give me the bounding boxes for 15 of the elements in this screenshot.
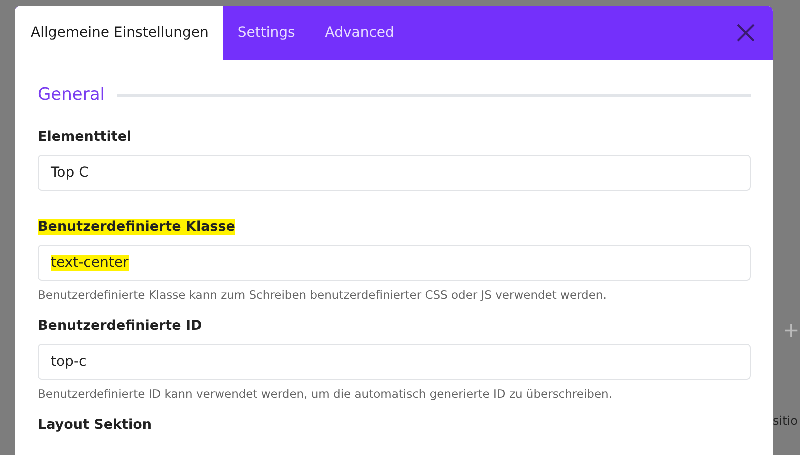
background-text: sitio	[773, 414, 798, 428]
input-field[interactable]: text-center	[38, 245, 751, 281]
field-label: Benutzerdefinierte ID	[38, 318, 202, 334]
input-field[interactable]: Top C	[38, 155, 751, 191]
tab[interactable]: Settings	[222, 6, 310, 60]
input-field[interactable]: top-c	[38, 344, 751, 380]
tab[interactable]: Advanced	[310, 6, 410, 60]
close-icon[interactable]	[737, 24, 755, 42]
field-label: Benutzerdefinierte Klasse	[38, 219, 236, 235]
section-title: General	[38, 85, 105, 105]
field-label: Elementtitel	[38, 129, 132, 145]
tab[interactable]: Allgemeine Einstellungen	[15, 6, 223, 60]
help-text: Benutzerdefinierte ID kann verwendet werden, um die automatisch generierte ID zu überschreiben.	[38, 387, 612, 401]
field-label: Layout Sektion	[38, 417, 152, 433]
help-text: Benutzerdefinierte Klasse kann zum Schreiben benutzerdefinierter CSS oder JS verwendet werden.	[38, 288, 607, 302]
